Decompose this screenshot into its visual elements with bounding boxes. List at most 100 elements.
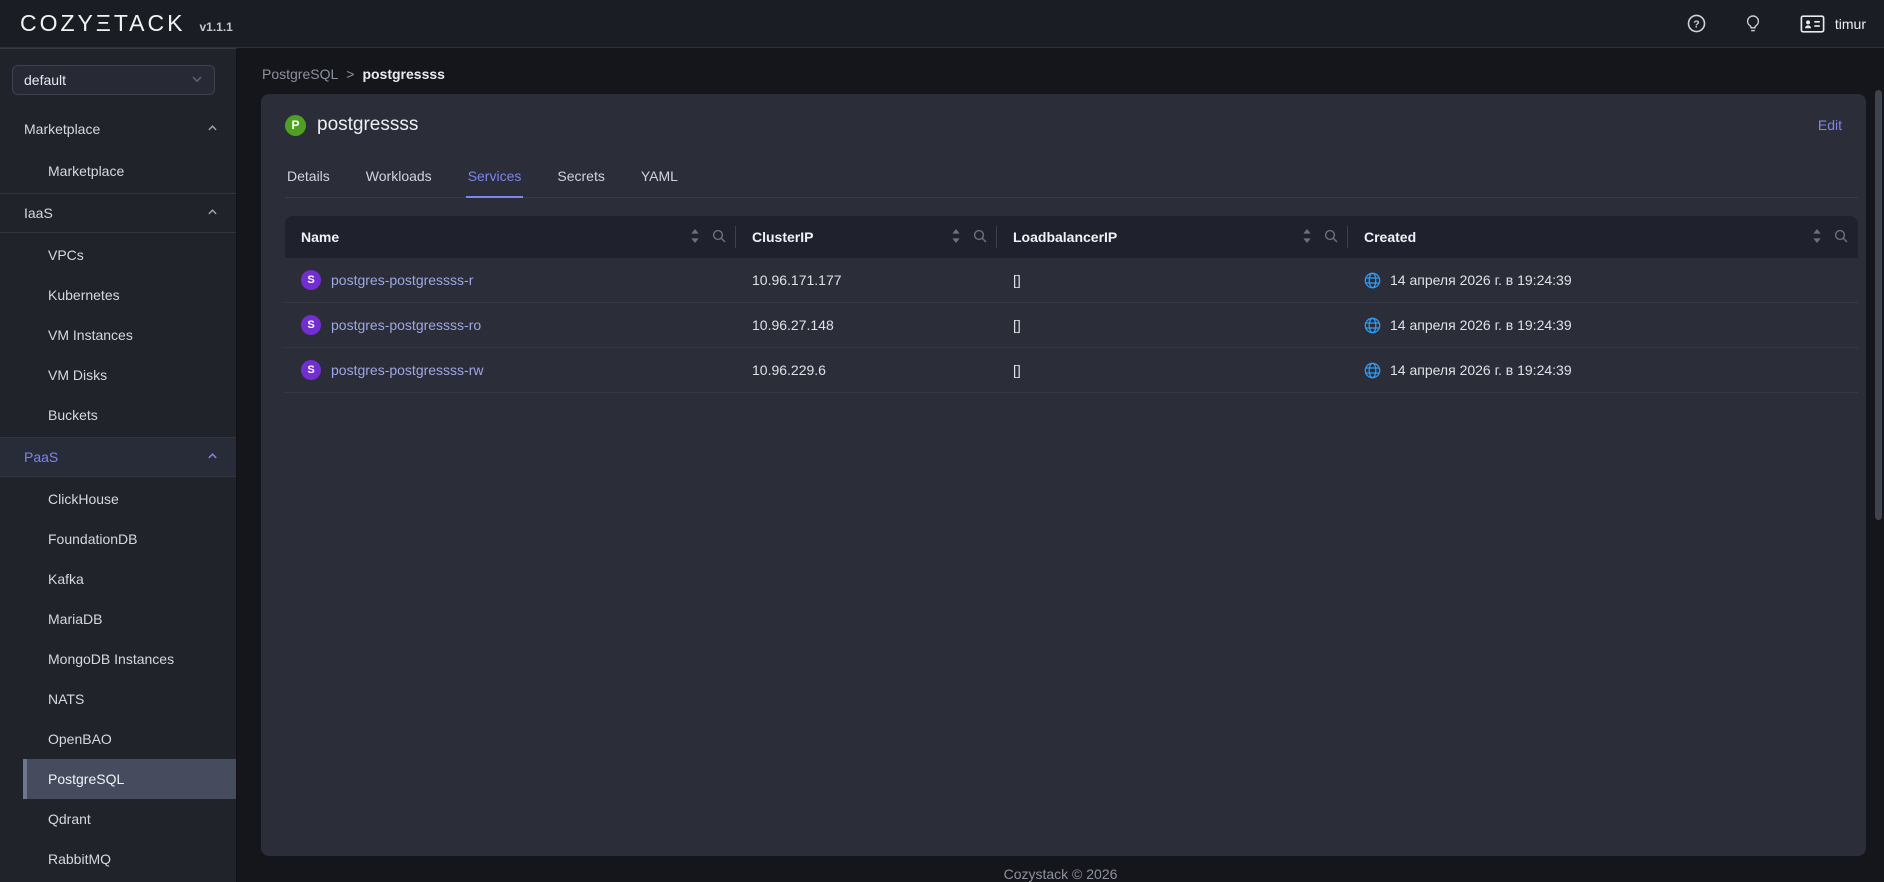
breadcrumb: PostgreSQL > postgressss	[237, 48, 1884, 82]
sidebar-item-marketplace[interactable]: Marketplace	[0, 151, 236, 191]
sort-icon[interactable]	[1302, 228, 1312, 247]
column-label: ClusterIP	[752, 229, 814, 245]
chevron-up-icon	[207, 205, 218, 221]
cell-loadbalancerip: []	[1013, 317, 1021, 333]
column-controls	[1302, 228, 1338, 247]
sidebar-item-postgresql[interactable]: PostgreSQL	[23, 759, 236, 799]
sidebar-group-items: VPCs Kubernetes VM Instances VM Disks Bu…	[0, 233, 236, 437]
sidebar-item-kubernetes[interactable]: Kubernetes	[0, 275, 236, 315]
sidebar-item-rabbitmq[interactable]: RabbitMQ	[0, 839, 236, 879]
chevron-down-icon	[191, 72, 203, 88]
service-badge: S	[301, 270, 321, 290]
sidebar-item-buckets[interactable]: Buckets	[0, 395, 236, 435]
topbar-actions: ? timur	[1687, 14, 1866, 34]
svg-text:?: ?	[1693, 18, 1699, 30]
created-timestamp: 14 апреля 2026 г. в 19:24:39	[1390, 362, 1572, 378]
sidebar-group-label: PaaS	[24, 449, 59, 465]
cell-name: S postgres-postgressss-rw	[285, 360, 736, 380]
sidebar-item-foundationdb[interactable]: FoundationDB	[0, 519, 236, 559]
cell-loadbalancerip: []	[1013, 272, 1021, 288]
user-name: timur	[1834, 15, 1866, 32]
tab-services[interactable]: Services	[465, 160, 524, 198]
cell-name: S postgres-postgressss-r	[285, 270, 736, 290]
table-row: S postgres-postgressss-r 10.96.171.177 […	[285, 258, 1858, 303]
cell-clusterip: 10.96.229.6	[752, 362, 826, 378]
service-link[interactable]: postgres-postgressss-r	[331, 272, 473, 288]
service-badge: S	[301, 315, 321, 335]
help-icon[interactable]: ?	[1687, 14, 1706, 33]
search-icon[interactable]	[712, 229, 726, 246]
column-label: Created	[1364, 229, 1417, 245]
sidebar-item-openbao[interactable]: OpenBAO	[0, 719, 236, 759]
created-timestamp: 14 апреля 2026 г. в 19:24:39	[1390, 317, 1572, 333]
cell-created: 14 апреля 2026 г. в 19:24:39	[1348, 362, 1858, 379]
sidebar-item-vpcs[interactable]: VPCs	[0, 235, 236, 275]
column-label: Name	[301, 229, 340, 245]
sidebar-group-items: ClickHouse FoundationDB Kafka MariaDB Mo…	[0, 477, 236, 881]
sort-icon[interactable]	[690, 228, 700, 247]
column-label: LoadbalancerIP	[1013, 229, 1118, 245]
sidebar-item-mongodb-instances[interactable]: MongoDB Instances	[0, 639, 236, 679]
sort-icon[interactable]	[1812, 228, 1822, 247]
tab-yaml[interactable]: YAML	[639, 160, 680, 197]
sidebar-group-paas[interactable]: PaaS	[0, 437, 236, 477]
id-card-icon	[1800, 14, 1825, 34]
created-timestamp: 14 апреля 2026 г. в 19:24:39	[1390, 272, 1572, 288]
user-menu[interactable]: timur	[1800, 14, 1866, 34]
sidebar-group-iaas[interactable]: IaaS	[0, 193, 236, 233]
column-header-loadbalancerip: LoadbalancerIP	[997, 216, 1348, 258]
theme-bulb-icon[interactable]	[1744, 14, 1762, 33]
globe-icon	[1364, 362, 1381, 379]
sidebar-item-clickhouse[interactable]: ClickHouse	[0, 479, 236, 519]
globe-icon	[1364, 317, 1381, 334]
edit-button[interactable]: Edit	[1818, 117, 1842, 133]
globe-icon	[1364, 272, 1381, 289]
column-controls	[1812, 228, 1848, 247]
column-header-created: Created	[1348, 216, 1858, 258]
sidebar-group-label: Marketplace	[24, 121, 101, 137]
sidebar-item-nats[interactable]: NATS	[0, 679, 236, 719]
sidebar-group-label: IaaS	[24, 205, 53, 221]
sidebar-item-kafka[interactable]: Kafka	[0, 559, 236, 599]
breadcrumb-current: postgressss	[362, 66, 445, 82]
postgres-badge: P	[285, 114, 306, 136]
project-select[interactable]: default	[12, 65, 215, 95]
service-link[interactable]: postgres-postgressss-rw	[331, 362, 484, 378]
topbar: COZYΞTACK v1.1.1 ? timur	[0, 0, 1884, 48]
project-select-value: default	[24, 72, 67, 88]
app-logo: COZYΞTACK	[20, 10, 186, 36]
search-icon[interactable]	[1834, 229, 1848, 246]
tab-details[interactable]: Details	[285, 160, 332, 197]
search-icon[interactable]	[973, 229, 987, 246]
sidebar-item-vm-instances[interactable]: VM Instances	[0, 315, 236, 355]
page-title: postgressss	[317, 114, 419, 135]
sidebar-group-marketplace[interactable]: Marketplace	[0, 109, 236, 149]
chevron-up-icon	[207, 121, 218, 137]
sidebar-item-mariadb[interactable]: MariaDB	[0, 599, 236, 639]
sort-icon[interactable]	[951, 228, 961, 247]
search-icon[interactable]	[1324, 229, 1338, 246]
column-header-name: Name	[285, 216, 736, 258]
service-badge: S	[301, 360, 321, 380]
tab-secrets[interactable]: Secrets	[555, 160, 606, 197]
column-controls	[690, 228, 726, 247]
brand: COZYΞTACK v1.1.1	[20, 10, 233, 37]
cell-name: S postgres-postgressss-ro	[285, 315, 736, 335]
service-link[interactable]: postgres-postgressss-ro	[331, 317, 481, 333]
tab-bar: Details Workloads Services Secrets YAML	[285, 160, 1858, 198]
tab-workloads[interactable]: Workloads	[364, 160, 434, 197]
table-header: Name ClusterIP LoadbalancerIP Created	[285, 216, 1858, 258]
main-content: PostgreSQL > postgressss P postgressss E…	[237, 48, 1884, 882]
sidebar-item-qdrant[interactable]: Qdrant	[0, 799, 236, 839]
sidebar-group-items: Marketplace	[0, 149, 236, 193]
sidebar-item-vm-disks[interactable]: VM Disks	[0, 355, 236, 395]
cell-created: 14 апреля 2026 г. в 19:24:39	[1348, 272, 1858, 289]
page-scrollbar[interactable]	[1875, 90, 1882, 520]
breadcrumb-parent[interactable]: PostgreSQL	[262, 66, 338, 82]
cell-clusterip: 10.96.27.148	[752, 317, 834, 333]
sidebar: default Marketplace Marketplace IaaS VPC…	[0, 48, 237, 882]
footer-copyright: Cozystack © 2026	[1003, 866, 1118, 882]
app-body: default Marketplace Marketplace IaaS VPC…	[0, 48, 1884, 882]
table-row: S postgres-postgressss-rw 10.96.229.6 []…	[285, 348, 1858, 393]
cell-created: 14 апреля 2026 г. в 19:24:39	[1348, 317, 1858, 334]
